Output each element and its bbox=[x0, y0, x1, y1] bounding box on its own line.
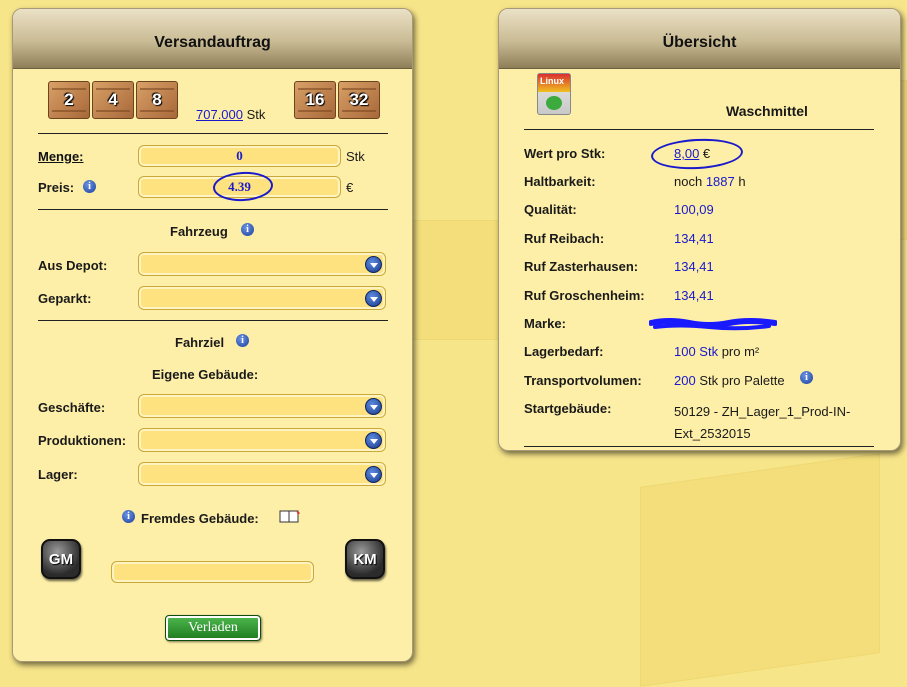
menge-label-link[interactable]: Menge: bbox=[38, 149, 84, 164]
gm-button[interactable]: GM bbox=[41, 539, 81, 579]
crate-button-16[interactable]: 16 bbox=[294, 81, 336, 119]
warehouse-select[interactable] bbox=[138, 462, 386, 486]
value-per-unit-link[interactable]: 8,00 bbox=[674, 146, 699, 161]
warehouse-label: Lager: bbox=[38, 467, 78, 482]
price-input[interactable]: 4.39 bbox=[138, 176, 341, 198]
vehicle-heading: Fahrzeug bbox=[170, 224, 228, 239]
shelf-life-label: Haltbarkeit: bbox=[524, 174, 596, 189]
price-info-icon[interactable]: i bbox=[83, 180, 96, 193]
panel-title: Versandauftrag bbox=[13, 9, 412, 69]
overview-panel: Übersicht Linux Waschmittel Wert pro Stk… bbox=[498, 8, 901, 451]
stock-unit: Stk bbox=[246, 107, 266, 122]
background-box-shape-3 bbox=[412, 220, 502, 340]
panel-title: Übersicht bbox=[499, 9, 900, 69]
product-name: Waschmittel bbox=[726, 103, 808, 119]
quantity-unit: Stk bbox=[346, 149, 365, 164]
transport-info-icon[interactable]: i bbox=[800, 371, 813, 384]
shipping-order-panel: Versandauftrag 2 4 8 16 32 707.000 Stk M… bbox=[12, 8, 413, 662]
reputation-groschenheim-value: 134,41 bbox=[674, 288, 714, 303]
storage-need-label: Lagerbedarf: bbox=[524, 344, 604, 359]
product-brand-logo: Linux bbox=[540, 76, 564, 86]
load-button[interactable]: Verladen bbox=[165, 615, 261, 641]
value-per-unit-label: Wert pro Stk: bbox=[524, 146, 606, 161]
shelf-life: noch 1887 h bbox=[674, 174, 746, 189]
quality-label: Qualität: bbox=[524, 202, 577, 217]
reputation-reibach-label: Ruf Reibach: bbox=[524, 231, 605, 246]
product-image: Linux bbox=[537, 73, 571, 115]
crate-button-8[interactable]: 8 bbox=[136, 81, 178, 119]
start-building-label: Startgebäude: bbox=[524, 401, 612, 416]
reputation-reibach-value: 134,41 bbox=[674, 231, 714, 246]
vehicle-info-icon[interactable]: i bbox=[241, 223, 254, 236]
divider bbox=[524, 129, 874, 130]
foreign-building-label: Fremdes Gebäude: bbox=[141, 511, 259, 526]
brand-redacted-scribble bbox=[648, 317, 778, 331]
quality-value: 100,09 bbox=[674, 202, 714, 217]
chevron-down-icon bbox=[365, 432, 382, 449]
chevron-down-icon bbox=[365, 398, 382, 415]
destination-heading: Fahrziel bbox=[175, 335, 225, 350]
background-box-shape bbox=[640, 453, 880, 687]
foreign-building-info-icon[interactable]: i bbox=[122, 510, 135, 523]
quantity-input[interactable]: 0 bbox=[138, 145, 341, 167]
parked-label: Geparkt: bbox=[38, 291, 92, 306]
divider bbox=[38, 209, 388, 210]
divider bbox=[38, 133, 388, 134]
reputation-groschenheim-label: Ruf Groschenheim: bbox=[524, 288, 645, 303]
productions-select[interactable] bbox=[138, 428, 386, 452]
chevron-down-icon bbox=[365, 466, 382, 483]
depot-select[interactable] bbox=[138, 252, 386, 276]
km-button[interactable]: KM bbox=[345, 539, 385, 579]
reputation-zasterhausen-label: Ruf Zasterhausen: bbox=[524, 259, 639, 274]
stock-amount: 707.000 Stk bbox=[196, 107, 265, 122]
crate-button-4[interactable]: 4 bbox=[92, 81, 134, 119]
destination-info-icon[interactable]: i bbox=[236, 334, 249, 347]
own-buildings-heading: Eigene Gebäude: bbox=[152, 367, 259, 382]
start-building-value: 50129 - ZH_Lager_1_Prod-IN-Ext_2532015 bbox=[674, 404, 851, 441]
price-label: Preis: bbox=[38, 180, 75, 195]
chevron-down-icon bbox=[365, 290, 382, 307]
price-unit: € bbox=[346, 180, 354, 195]
crate-button-32[interactable]: 32 bbox=[338, 81, 380, 119]
shops-label: Geschäfte: bbox=[38, 400, 106, 415]
divider bbox=[524, 446, 874, 447]
foreign-building-input[interactable] bbox=[111, 561, 314, 583]
parked-select[interactable] bbox=[138, 286, 386, 310]
divider bbox=[38, 320, 388, 321]
shops-select[interactable] bbox=[138, 394, 386, 418]
transport-volume-label: Transportvolumen: bbox=[524, 373, 642, 388]
storage-need: 100 Stk pro m² bbox=[674, 344, 760, 359]
transport-volume: 200 Stk pro Palette bbox=[674, 373, 785, 388]
crate-button-2[interactable]: 2 bbox=[48, 81, 90, 119]
reputation-zasterhausen-value: 134,41 bbox=[674, 259, 714, 274]
depot-label: Aus Depot: bbox=[38, 258, 108, 273]
stock-amount-link[interactable]: 707.000 bbox=[196, 107, 243, 122]
chevron-down-icon bbox=[365, 256, 382, 273]
productions-label: Produktionen: bbox=[38, 433, 127, 448]
value-per-unit: 8,00 € bbox=[674, 146, 711, 161]
brand-label: Marke: bbox=[524, 316, 566, 331]
book-icon[interactable] bbox=[279, 509, 300, 523]
